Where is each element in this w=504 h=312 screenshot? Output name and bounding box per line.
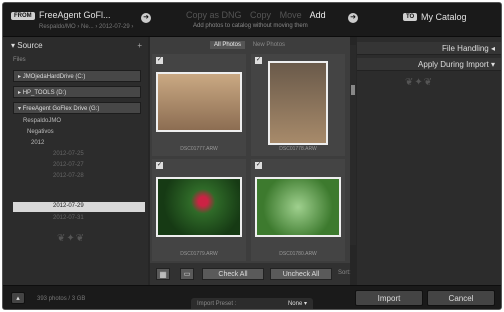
photo-filename: DSC01780.ARW [279,251,317,257]
photo-filename: DSC01778.ARW [279,146,317,152]
arrow-right-icon: ➜ [348,13,358,23]
to-badge: TO [403,13,418,21]
import-window: FROM FreeAgent GoFl... Respaldo/MO › Ne.… [2,2,502,310]
photo-cell[interactable]: ✓ DSC01780.ARW [251,159,345,261]
import-button[interactable]: Import [355,290,423,306]
mode-add[interactable]: Add [310,10,326,20]
check-icon[interactable]: ✓ [255,162,262,169]
mode-description: Add photos to catalog without moving the… [193,23,308,29]
preset-value[interactable]: None ▾ [288,300,307,307]
check-all-button[interactable]: Check All [202,268,264,280]
photo-filename: DSC01779.ARW [180,251,218,257]
photo-thumbnail[interactable] [268,61,328,145]
tree-folder[interactable]: 2012 [31,140,44,146]
volume-c[interactable]: ▸ JMOjedaHardDrive (C:) [13,70,141,82]
arrow-right-icon: ➜ [141,13,151,23]
uncheck-all-button[interactable]: Uncheck All [270,268,332,280]
photo-grid: All Photos New Photos ✓ DSC01777.ARW ✓ D… [150,37,356,285]
ornament-icon: ❦✦❦ [57,233,86,244]
import-header: FROM FreeAgent GoFl... Respaldo/MO › Ne.… [3,3,501,37]
volume-g[interactable]: ▾ FreeAgent GoFlex Drive (G:) [13,102,141,114]
tree-folder[interactable]: 2012-07-28 [53,173,84,179]
photo-cell[interactable]: ✓ DSC01778.ARW [251,54,345,156]
add-source-icon[interactable]: + [137,41,142,50]
grid-toolbar: ▦ ▭ Check All Uncheck All Sort: [150,263,351,285]
import-modes: Copy as DNG Copy Move Add [186,10,332,20]
tree-folder[interactable]: 2012-07-27 [53,162,84,168]
grid-scrollbar[interactable] [350,45,356,245]
grid-view-icon[interactable]: ▦ [156,268,170,280]
from-badge: FROM [11,12,35,20]
ornament-icon: ❦✦❦ [405,77,434,88]
mode-move[interactable]: Move [280,10,302,20]
tab-all-photos[interactable]: All Photos [210,41,246,49]
photo-cell[interactable]: ✓ DSC01779.ARW [152,159,246,261]
photo-thumbnail[interactable] [156,177,242,237]
destination-name[interactable]: My Catalog [421,12,467,22]
mode-copy[interactable]: Copy [250,10,271,20]
check-icon[interactable]: ✓ [255,57,262,64]
check-icon[interactable]: ✓ [156,57,163,64]
right-panel: File Handling ◂ Apply During Import ▾ ❦✦… [357,37,501,285]
tree-folder[interactable]: 2012-07-25 [53,151,84,157]
files-label: Files [13,57,26,63]
photo-filename: DSC01777.ARW [180,146,218,152]
volume-d[interactable]: ▸ HP_TOOLS (D:) [13,86,141,98]
cancel-button[interactable]: Cancel [427,290,495,306]
tab-new-photos[interactable]: New Photos [249,41,289,49]
photo-count: 393 photos / 3 GB [37,296,86,302]
source-name[interactable]: FreeAgent GoFl... [39,10,111,20]
loupe-view-icon[interactable]: ▭ [180,268,194,280]
source-path: Respaldo/MO › Ne... › 2012-07-29 › [39,24,134,30]
tree-folder[interactable]: 2012-07-31 [53,215,84,221]
import-preset[interactable]: Import Preset : None ▾ [191,298,313,309]
tree-folder[interactable]: RespaldoJMO [23,118,61,124]
preset-label: Import Preset : [197,301,237,307]
apply-import-header[interactable]: Apply During Import ▾ [357,58,501,71]
source-title[interactable]: ▾ Source [3,41,148,53]
tree-folder[interactable]: Negativos [27,129,54,135]
tree-folder-selected[interactable]: 2012-07-29 [13,202,145,212]
photo-thumbnail[interactable] [255,177,341,237]
footer: ▴ 393 photos / 3 GB Import Preset : None… [3,285,501,309]
sort-label[interactable]: Sort: [338,270,351,276]
grid-tabs: All Photos New Photos [210,41,291,49]
file-handling-header[interactable]: File Handling ◂ [357,42,501,55]
photo-cell[interactable]: ✓ DSC01777.ARW [152,54,246,156]
source-panel: ▾ Source + Files ▸ JMOjedaHardDrive (C:)… [3,37,148,285]
photo-thumbnail[interactable] [156,72,242,132]
mode-copy-dng[interactable]: Copy as DNG [186,10,242,20]
check-icon[interactable]: ✓ [156,162,163,169]
collapse-icon[interactable]: ▴ [11,292,25,304]
scroll-thumb[interactable] [351,85,355,95]
